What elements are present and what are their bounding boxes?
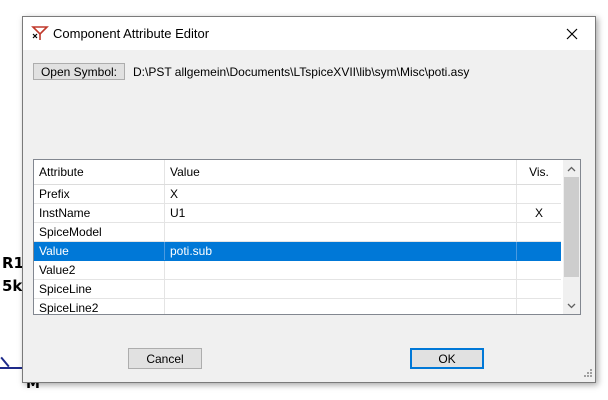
cell-vis[interactable] (517, 185, 561, 203)
table-header: Attribute Value Vis. (34, 160, 561, 185)
symbol-path: D:\PST allgemein\Documents\LTspiceXVII\l… (133, 65, 470, 79)
cell-vis[interactable] (517, 242, 561, 260)
chevron-up-icon (567, 166, 576, 171)
cell-attribute[interactable]: Prefix (34, 185, 165, 203)
dialog-title: Component Attribute Editor (53, 26, 210, 41)
cell-attribute[interactable]: Value (34, 242, 165, 260)
schematic-wire (0, 356, 10, 368)
cell-value[interactable] (165, 223, 517, 241)
scroll-down-button[interactable] (563, 297, 580, 314)
cell-vis[interactable] (517, 223, 561, 241)
table-row-selected[interactable]: Value poti.sub (34, 242, 561, 261)
cell-value[interactable] (165, 299, 517, 314)
schematic-label-value: 5k (2, 277, 23, 295)
cell-value[interactable] (165, 280, 517, 298)
table-row[interactable]: InstName U1 X (34, 204, 561, 223)
table-row[interactable]: Value2 (34, 261, 561, 280)
ok-button[interactable]: OK (410, 348, 484, 369)
close-button[interactable] (549, 17, 595, 50)
table-row[interactable]: Prefix X (34, 185, 561, 204)
cancel-button[interactable]: Cancel (128, 348, 202, 369)
cell-attribute[interactable]: SpiceLine2 (34, 299, 165, 314)
ltspice-app-icon (31, 26, 49, 40)
open-symbol-button[interactable]: Open Symbol: (33, 63, 125, 80)
cell-attribute[interactable]: SpiceModel (34, 223, 165, 241)
schematic-label-ref: R1 (2, 254, 24, 272)
scrollbar-thumb[interactable] (564, 177, 579, 277)
component-attribute-editor-dialog: Component Attribute Editor Open Symbol: … (22, 16, 596, 383)
column-header-vis[interactable]: Vis. (517, 160, 561, 184)
schematic-wire (0, 367, 22, 369)
chevron-down-icon (567, 303, 576, 308)
resize-grip-icon[interactable] (581, 368, 593, 380)
cell-vis[interactable] (517, 261, 561, 279)
cell-vis[interactable] (517, 299, 561, 314)
title-bar: Component Attribute Editor (23, 17, 595, 50)
cell-value[interactable]: X (165, 185, 517, 203)
column-header-value[interactable]: Value (165, 160, 517, 184)
table-row[interactable]: SpiceLine2 (34, 299, 561, 314)
attribute-table[interactable]: Attribute Value Vis. Prefix X InstName U… (33, 159, 581, 315)
cell-vis[interactable]: X (517, 204, 561, 222)
cell-attribute[interactable]: Value2 (34, 261, 165, 279)
vertical-scrollbar[interactable] (563, 160, 580, 314)
table-row[interactable]: SpiceLine (34, 280, 561, 299)
table-row[interactable]: SpiceModel (34, 223, 561, 242)
cell-attribute[interactable]: InstName (34, 204, 165, 222)
cell-value[interactable]: poti.sub (165, 242, 517, 260)
cell-attribute[interactable]: SpiceLine (34, 280, 165, 298)
column-header-attribute[interactable]: Attribute (34, 160, 165, 184)
cell-value[interactable]: U1 (165, 204, 517, 222)
scroll-up-button[interactable] (563, 160, 580, 177)
cell-value[interactable] (165, 261, 517, 279)
cell-vis[interactable] (517, 280, 561, 298)
close-icon (566, 28, 578, 39)
